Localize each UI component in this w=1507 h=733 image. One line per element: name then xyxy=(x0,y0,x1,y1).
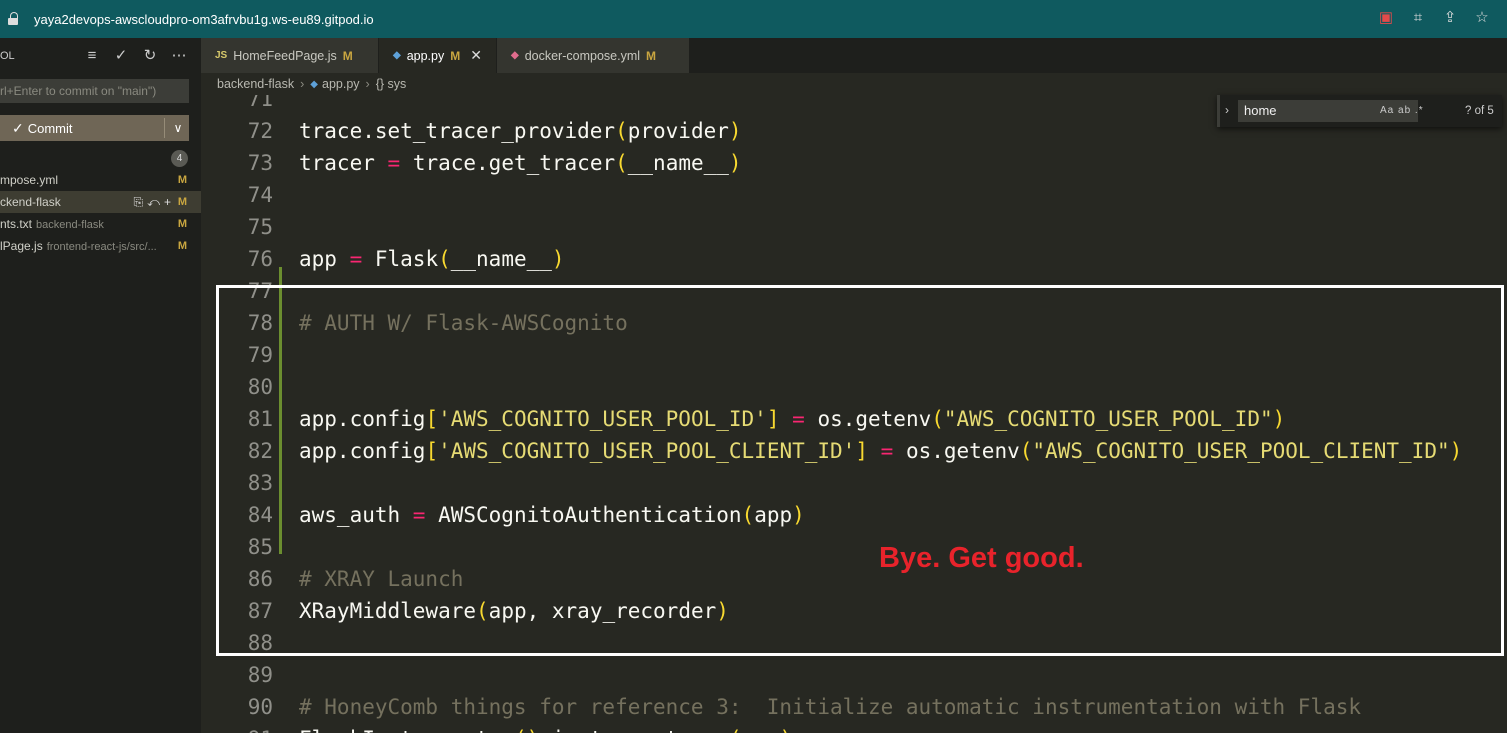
line-number: 75 xyxy=(247,215,273,239)
editor-tab-bar: JS HomeFeedPage.js M ◆ app.py M ✕ ◆ dock… xyxy=(201,38,1507,73)
more-icon[interactable]: ⋯ xyxy=(171,47,187,65)
find-match-count: ? of 5 xyxy=(1465,105,1494,117)
extension-icon[interactable]: ▣ xyxy=(1377,9,1395,27)
javascript-icon: JS xyxy=(215,50,228,61)
line-number: 90 xyxy=(247,695,273,719)
python-icon: ◆ xyxy=(310,78,318,90)
breadcrumb: backend-flask › ◆ app.py › {} sys xyxy=(201,73,1507,95)
code-line[interactable]: 91 FlaskInstrumentor().instrument_app(app… xyxy=(201,723,1507,733)
line-number: 89 xyxy=(247,663,273,687)
star-icon[interactable]: ☆ xyxy=(1473,9,1491,27)
changes-count-badge: 4 xyxy=(171,150,188,167)
line-number: 76 xyxy=(247,247,273,271)
code-line[interactable]: 90 # HoneyComb things for reference 3: In… xyxy=(201,691,1507,723)
code-line[interactable]: 89 xyxy=(201,659,1507,691)
file-row-actions[interactable]: ⎘↶+ xyxy=(134,191,175,213)
tab-docker-compose[interactable]: ◆ docker-compose.yml M xyxy=(497,38,690,73)
line-number: 71 xyxy=(247,95,273,111)
find-widget: › home Aa ab .* ? of 5 xyxy=(1217,95,1502,127)
refresh-icon[interactable]: ↻ xyxy=(142,47,158,65)
discard-icon[interactable]: ↶ xyxy=(147,195,164,209)
check-icon: ✓ xyxy=(12,119,24,136)
tab-label: HomeFeedPage.js xyxy=(233,48,337,63)
tab-homefeedpage[interactable]: JS HomeFeedPage.js M xyxy=(201,38,379,73)
check-icon[interactable]: ✓ xyxy=(113,47,129,65)
code-text: # HoneyComb things for reference 3: Init… xyxy=(299,695,1362,719)
open-file-icon[interactable]: ⎘ xyxy=(134,195,148,209)
changed-file-row[interactable]: ckend-flask ⎘↶+ M xyxy=(0,191,201,213)
close-icon[interactable]: ✕ xyxy=(470,47,482,64)
chevron-right-icon: › xyxy=(365,77,370,91)
file-name: mpose.yml xyxy=(0,173,59,187)
code-text: app = Flask(__name__) xyxy=(299,247,565,271)
changed-file-row[interactable]: nts.txt backend-flask M xyxy=(0,213,201,235)
line-number: 73 xyxy=(247,151,273,175)
source-control-sidebar: OL ≡ ✓ ↻ ⋯ rl+Enter to commit on "main")… xyxy=(0,38,201,733)
code-line[interactable]: 76 app = Flask(__name__) xyxy=(201,243,1507,275)
python-icon: ◆ xyxy=(393,50,401,61)
code-text: trace.set_tracer_provider(provider) xyxy=(299,119,742,143)
commit-button[interactable]: ✓ Commit ∨ xyxy=(0,115,189,141)
sidebar-header: OL ≡ ✓ ↻ ⋯ xyxy=(0,38,201,74)
changed-file-row[interactable]: mpose.yml M xyxy=(0,169,201,191)
lock-icon xyxy=(8,12,20,26)
file-name: nts.txt xyxy=(0,217,33,231)
highlight-box xyxy=(216,285,1504,656)
breadcrumb-file[interactable]: app.py xyxy=(322,77,360,91)
tab-app-py[interactable]: ◆ app.py M ✕ xyxy=(379,38,497,73)
annotation-text: Bye. Get good. xyxy=(879,542,1084,574)
find-options[interactable]: Aa ab .* xyxy=(1380,100,1424,122)
file-path: backend-flask xyxy=(36,219,104,231)
line-number: 74 xyxy=(247,183,273,207)
sidebar-actions: ≡ ✓ ↻ ⋯ xyxy=(84,47,187,65)
translate-icon[interactable]: ⌗ xyxy=(1409,9,1427,27)
chevron-right-icon: › xyxy=(300,77,305,91)
file-name: ckend-flask xyxy=(0,195,61,209)
file-status: M xyxy=(177,174,187,186)
tab-status: M xyxy=(342,48,353,63)
line-number: 91 xyxy=(201,723,273,733)
file-name: lPage.js xyxy=(0,239,43,253)
tab-label: app.py xyxy=(406,48,445,63)
file-status: M xyxy=(177,218,187,230)
code-line[interactable]: 74 xyxy=(201,179,1507,211)
changed-file-row[interactable]: lPage.js frontend-react-js/src/... M xyxy=(0,235,201,257)
share-icon[interactable]: ⇪ xyxy=(1441,9,1459,27)
code-line[interactable]: 75 xyxy=(201,211,1507,243)
list-icon[interactable]: ≡ xyxy=(84,47,100,65)
chevron-down-icon[interactable]: ∨ xyxy=(167,115,189,141)
commit-label: Commit xyxy=(27,120,73,136)
divider xyxy=(164,118,165,138)
tab-status: M xyxy=(450,48,461,63)
url-text[interactable]: yaya2devops-awscloudpro-om3afrvbu1g.ws-e… xyxy=(34,12,374,27)
line-number: 72 xyxy=(247,119,273,143)
code-line[interactable]: 73 tracer = trace.get_tracer(__name__) xyxy=(201,147,1507,179)
chevron-right-icon[interactable]: › xyxy=(1225,103,1229,117)
tab-status: M xyxy=(646,48,657,63)
tab-label: docker-compose.yml xyxy=(524,48,641,63)
file-status: M xyxy=(177,196,187,208)
file-path: frontend-react-js/src/... xyxy=(46,241,157,253)
docker-icon: ◆ xyxy=(511,50,519,61)
sidebar-title: OL xyxy=(0,50,15,62)
file-status: M xyxy=(177,240,187,252)
code-text: tracer = trace.get_tracer(__name__) xyxy=(299,151,742,175)
code-text: FlaskInstrumentor().instrument_app(app) xyxy=(299,723,792,733)
browser-actions: ▣ ⌗ ⇪ ☆ xyxy=(1377,9,1491,27)
browser-address-bar: yaya2devops-awscloudpro-om3afrvbu1g.ws-e… xyxy=(0,0,1507,38)
stage-icon[interactable]: + xyxy=(164,195,175,209)
breadcrumb-folder[interactable]: backend-flask xyxy=(217,77,294,91)
commit-message-input[interactable]: rl+Enter to commit on "main") xyxy=(0,79,189,103)
breadcrumb-symbol[interactable]: {} sys xyxy=(376,77,407,91)
